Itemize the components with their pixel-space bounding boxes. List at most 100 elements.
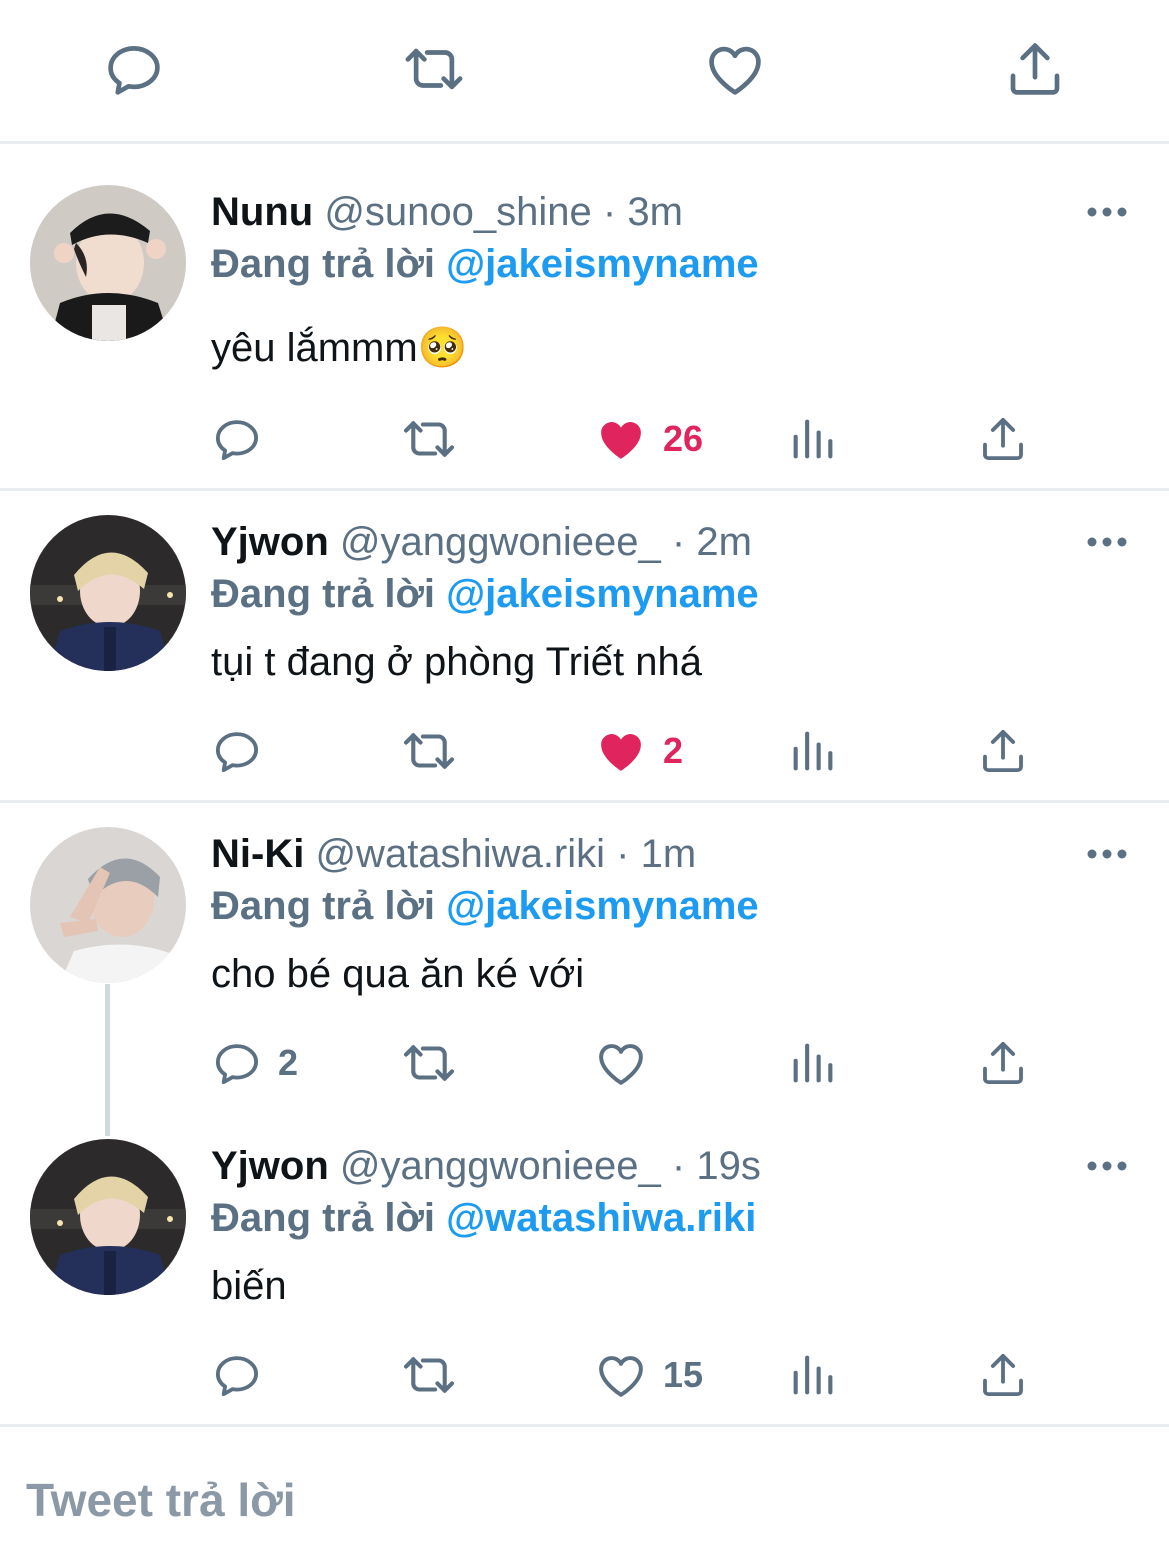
reply-button[interactable] [210,409,278,469]
main-tweet-actions [0,0,1169,140]
heart-filled-icon [593,723,649,779]
avatar[interactable] [30,1139,186,1295]
display-name[interactable]: Ni-Ki [211,832,304,876]
tweet-header: Ni-Ki @watashiwa.riki · 1m [211,829,696,879]
replying-to-label: Đang trả lời [211,242,436,286]
like-button[interactable]: 26 [593,409,703,469]
tweet-text: tụi t đang ở phòng Triết nhá [211,640,703,684]
share-icon [976,412,1030,466]
retweet-button[interactable] [400,721,458,781]
replying-to: Đang trả lời @jakeismyname [211,881,759,931]
retweet-icon [400,1346,458,1404]
share-button[interactable] [976,1033,1030,1093]
timestamp[interactable]: 2m [696,520,752,564]
views-button[interactable] [787,721,839,781]
avatar[interactable] [30,515,186,671]
like-count: 15 [663,1354,704,1395]
views-icon [787,1349,839,1401]
like-icon[interactable] [702,36,768,102]
tweet-actions: 2 [0,721,1169,781]
share-button[interactable] [976,1345,1030,1405]
retweet-button[interactable] [400,1033,458,1093]
replying-to-link[interactable]: @jakeismyname [446,572,759,616]
divider [0,800,1169,803]
replying-to-link[interactable]: @watashiwa.riki [446,1196,756,1240]
more-icon[interactable] [1086,536,1128,548]
divider [0,1424,1169,1427]
views-button[interactable] [787,409,839,469]
tweet-text: cho bé qua ăn ké với [211,952,585,996]
retweet-button[interactable] [400,409,458,469]
tweet-text: biến [211,1264,287,1308]
retweet-icon [400,410,458,468]
more-icon[interactable] [1086,848,1128,860]
display-name[interactable]: Nunu [211,190,313,234]
tweet-actions: 15 [0,1345,1169,1405]
views-icon [787,1037,839,1089]
share-icon [976,724,1030,778]
retweet-icon [400,1034,458,1092]
reply-icon[interactable] [101,36,167,102]
retweet-button[interactable] [400,1345,458,1405]
reply-compose-input[interactable]: Tweet trả lời [26,1472,296,1528]
tweet-actions: 2 [0,1033,1169,1093]
avatar[interactable] [30,185,186,341]
replying-to: Đang trả lời @watashiwa.riki [211,1193,756,1243]
avatar[interactable] [30,827,186,983]
views-icon [787,413,839,465]
timestamp[interactable]: 3m [627,190,683,234]
share-icon [976,1348,1030,1402]
like-count: 26 [663,418,704,459]
user-handle[interactable]: @watashiwa.riki [315,832,605,876]
replying-to-label: Đang trả lời [211,572,436,616]
display-name[interactable]: Yjwon [211,520,329,564]
reply-icon [210,1348,264,1402]
views-button[interactable] [787,1345,839,1405]
views-icon [787,725,839,777]
like-button[interactable]: 2 [593,721,683,781]
retweet-icon [400,722,458,780]
more-icon[interactable] [1086,206,1128,218]
like-button[interactable] [593,1033,663,1093]
reply-button[interactable]: 2 [210,1033,298,1093]
separator-dot: · [671,520,686,564]
replying-to-label: Đang trả lời [211,884,436,928]
reply-icon [210,724,264,778]
heart-icon [593,1035,649,1091]
share-icon [976,1036,1030,1090]
reply-button[interactable] [210,721,278,781]
views-button[interactable] [787,1033,839,1093]
separator-dot: · [671,1144,686,1188]
replying-to: Đang trả lời @jakeismyname [211,569,759,619]
user-handle[interactable]: @sunoo_shine [324,190,591,234]
tweet-header: Nunu @sunoo_shine · 3m [211,187,683,237]
replying-to-label: Đang trả lời [211,1196,436,1240]
timestamp[interactable]: 19s [696,1144,761,1188]
user-handle[interactable]: @yanggwonieee_ [340,1144,661,1188]
more-icon[interactable] [1086,1160,1128,1172]
reply-button[interactable] [210,1345,278,1405]
replying-to-link[interactable]: @jakeismyname [446,884,759,928]
share-icon[interactable] [1002,36,1068,102]
like-button[interactable]: 15 [593,1345,703,1405]
tweet-header: Yjwon @yanggwonieee_ · 2m [211,517,752,567]
reply-count: 2 [278,1042,299,1083]
retweet-icon[interactable] [401,36,467,102]
timestamp[interactable]: 1m [641,832,697,876]
tweet-actions: 26 [0,409,1169,469]
replying-to-link[interactable]: @jakeismyname [446,242,759,286]
reply-icon [210,1036,264,1090]
divider [0,141,1169,144]
tweet-text: yêu lắmmm🥺 [211,326,468,370]
display-name[interactable]: Yjwon [211,1144,329,1188]
separator-dot: · [616,832,630,876]
share-button[interactable] [976,409,1030,469]
heart-filled-icon [593,411,649,467]
like-count: 2 [663,730,684,771]
replying-to: Đang trả lời @jakeismyname [211,239,759,289]
share-button[interactable] [976,721,1030,781]
user-handle[interactable]: @yanggwonieee_ [340,520,661,564]
divider [0,488,1169,491]
reply-icon [210,412,264,466]
tweet-header: Yjwon @yanggwonieee_ · 19s [211,1141,761,1191]
